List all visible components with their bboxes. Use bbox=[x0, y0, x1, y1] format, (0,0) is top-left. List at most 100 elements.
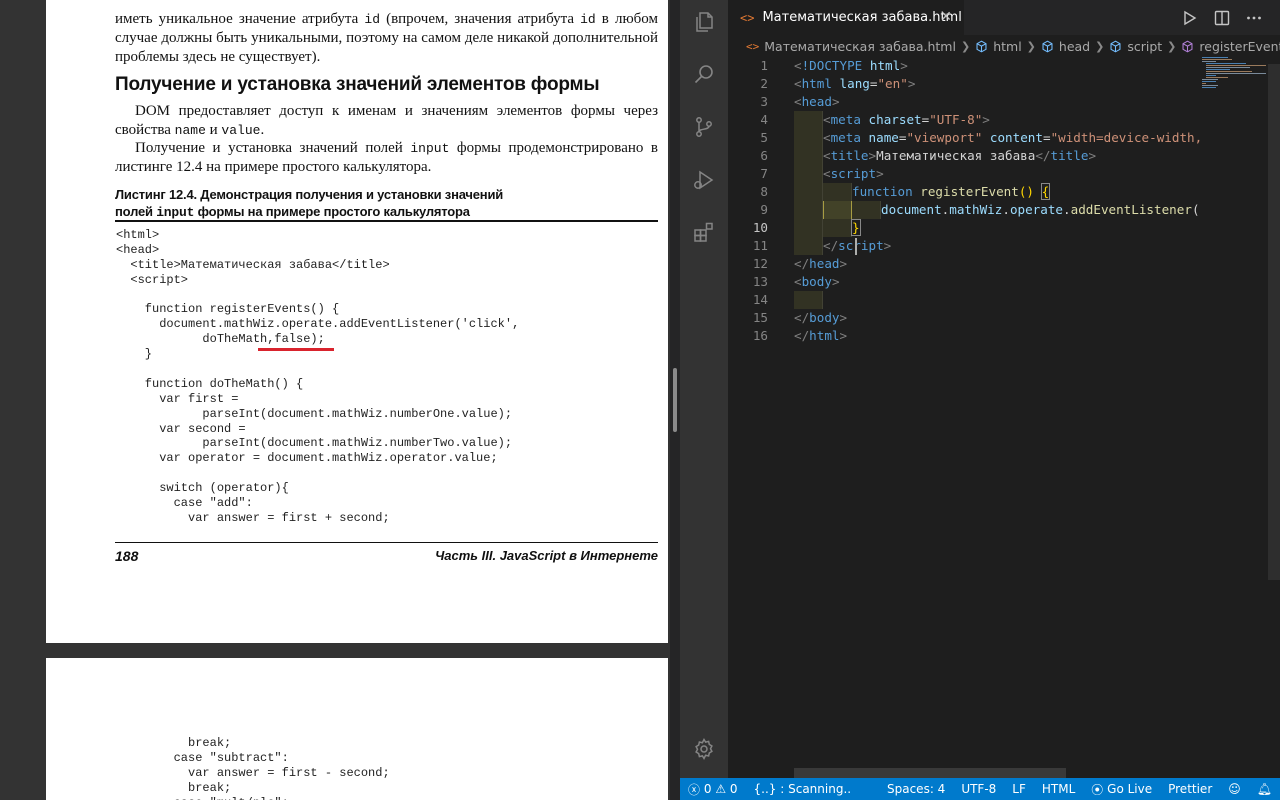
listing-code-line: parseInt(document.mathWiz.numberOne.valu… bbox=[116, 406, 513, 421]
book-code-term: value bbox=[221, 123, 261, 138]
minimap[interactable] bbox=[1200, 57, 1270, 778]
code-token: function bbox=[852, 184, 913, 199]
listing-code: <html> <head> <title>Математическая забав… bbox=[116, 228, 519, 526]
more-actions-icon[interactable] bbox=[1245, 9, 1263, 27]
listing-code-line: break; bbox=[116, 736, 232, 750]
listing-code-line: document.mathWiz.operate.addEventListene… bbox=[116, 317, 520, 332]
listing-caption: Листинг 12.4. Демонстрация получения и у… bbox=[115, 186, 658, 221]
code-token: "viewport" bbox=[906, 130, 983, 145]
listing-bottom-rule bbox=[115, 542, 658, 543]
run-icon[interactable] bbox=[1180, 9, 1198, 27]
minimap-line bbox=[1206, 65, 1266, 66]
feedback-icon[interactable]: ☺ bbox=[1220, 778, 1249, 800]
pdf-page: x иметь уникальное значение атрибута id … bbox=[46, 0, 668, 643]
code-token: !DOCTYPE bbox=[801, 58, 863, 73]
status-bar: ⓧ 0 ⚠ 0 {..} : Scanning.. Spaces: 4 UTF-… bbox=[680, 778, 1280, 800]
breadcrumb-item-script[interactable]: script bbox=[1109, 39, 1162, 54]
horizontal-scrollbar[interactable] bbox=[794, 768, 1066, 778]
breadcrumb-item-function[interactable]: registerEvent bbox=[1181, 39, 1280, 54]
prettier-status[interactable]: Prettier bbox=[1160, 778, 1220, 800]
code-editor[interactable]: 1 2 3 4 5 6 7 8 9 10 11 12 13 14 15 16 <!DOCTYPE html> … bbox=[728, 57, 1200, 778]
code-token: name bbox=[868, 130, 899, 145]
code-token: () bbox=[1018, 184, 1035, 199]
listing-code-line: <html> bbox=[116, 228, 160, 242]
code-text-area[interactable]: <!DOCTYPE html> <html lang="en"> <head> … bbox=[794, 57, 1200, 345]
code-token: charset bbox=[868, 112, 922, 127]
breadcrumb: <> Математическая забава.html ❯ html ❯ he… bbox=[728, 35, 1280, 57]
listing-code-line: case "mult/plc": bbox=[116, 796, 390, 800]
code-line-2: <html lang="en"> bbox=[794, 76, 916, 91]
red-annotation-underline bbox=[258, 348, 334, 351]
notifications-bell-icon[interactable]: 🔔︎ bbox=[1249, 778, 1280, 800]
code-token: title bbox=[1050, 148, 1089, 163]
problems-indicator[interactable]: ⓧ 0 ⚠ 0 bbox=[680, 778, 746, 800]
chevron-right-icon: ❯ bbox=[1167, 39, 1177, 53]
source-control-icon[interactable] bbox=[692, 115, 716, 139]
scanning-status[interactable]: {..} : Scanning.. bbox=[746, 778, 860, 800]
search-icon[interactable] bbox=[692, 62, 716, 86]
line-number: 9 bbox=[760, 202, 768, 217]
code-token: lang bbox=[839, 76, 870, 91]
explorer-icon[interactable] bbox=[692, 10, 716, 34]
code-line-8: function registerEvent() { bbox=[794, 183, 1200, 201]
settings-gear-icon[interactable] bbox=[692, 737, 716, 761]
split-editor-icon[interactable] bbox=[1213, 9, 1231, 27]
go-live-button[interactable]: ⦿ Go Live bbox=[1083, 778, 1160, 800]
minimap-line bbox=[1202, 83, 1206, 84]
code-line-13: <body> bbox=[794, 274, 840, 289]
minimap-line bbox=[1202, 59, 1232, 60]
minimap-line bbox=[1202, 85, 1218, 86]
eol-status[interactable]: LF bbox=[1004, 778, 1034, 800]
listing-caption-text: формы на примере простого калькулятора bbox=[194, 204, 470, 219]
listing-code-line: case "subtract": bbox=[116, 750, 289, 765]
pane-splitter-handle[interactable] bbox=[673, 368, 677, 432]
code-token: body bbox=[809, 310, 840, 325]
vscode-window: <> Математическая забава.html ✕ <> Матема… bbox=[680, 0, 1280, 800]
tab-active-file[interactable]: <> Математическая забава.html ✕ bbox=[728, 0, 964, 35]
listing-code-line: var answer = first + second; bbox=[116, 510, 390, 525]
book-code-term: name bbox=[174, 123, 206, 138]
breadcrumb-item-head[interactable]: head bbox=[1041, 39, 1090, 54]
book-text: . bbox=[260, 122, 265, 138]
code-line-10: } bbox=[794, 219, 1200, 237]
book-text: (впрочем, значения атрибута bbox=[380, 11, 581, 27]
listing-code-line bbox=[116, 288, 519, 303]
breadcrumb-item-html[interactable]: html bbox=[975, 39, 1022, 54]
indentation-status[interactable]: Spaces: 4 bbox=[879, 778, 953, 800]
code-token: content bbox=[989, 130, 1043, 145]
code-token: mathWiz bbox=[949, 202, 1003, 217]
vertical-scrollbar[interactable] bbox=[1268, 64, 1280, 580]
code-line-4: <meta charset="UTF-8"> bbox=[794, 111, 1200, 129]
code-token: body bbox=[801, 274, 832, 289]
code-token: script bbox=[838, 238, 884, 253]
code-token: html bbox=[809, 328, 840, 343]
breadcrumb-label: registerEvent bbox=[1199, 38, 1280, 54]
minimap-line bbox=[1206, 67, 1250, 68]
book-paragraph: DOM предоставляет доступ к именам и знач… bbox=[115, 102, 658, 140]
extensions-icon[interactable] bbox=[692, 220, 716, 244]
close-icon[interactable]: ✕ bbox=[938, 9, 954, 25]
encoding-status[interactable]: UTF-8 bbox=[953, 778, 1004, 800]
code-token: "UTF-8" bbox=[929, 112, 983, 127]
breadcrumb-item-file[interactable]: <> Математическая забава.html bbox=[746, 39, 956, 54]
page-number: 188 bbox=[115, 548, 139, 564]
code-line-16: </html> bbox=[794, 328, 848, 343]
code-token: addEventListener bbox=[1070, 202, 1192, 217]
book-text: и bbox=[205, 122, 222, 138]
listing-code-line: switch (operator){ bbox=[116, 481, 289, 496]
code-token: head bbox=[809, 256, 840, 271]
pdf-viewer[interactable]: x иметь уникальное значение атрибута id … bbox=[0, 0, 670, 800]
element-cube-icon bbox=[1109, 40, 1122, 53]
code-token: html bbox=[869, 58, 901, 73]
language-mode-status[interactable]: HTML bbox=[1034, 778, 1083, 800]
run-debug-icon[interactable] bbox=[692, 168, 716, 192]
listing-code-continued: break; case "subtract": var answer = fir… bbox=[116, 736, 390, 800]
pdf-page-next: break; case "subtract": var answer = fir… bbox=[46, 658, 668, 800]
line-number: 14 bbox=[752, 292, 768, 307]
listing-code-line: break; bbox=[116, 780, 232, 795]
listing-code-line: var operator = document.mathWiz.operator… bbox=[116, 451, 498, 466]
html-file-icon: <> bbox=[740, 10, 755, 25]
line-number: 4 bbox=[760, 112, 768, 127]
line-number: 6 bbox=[760, 148, 768, 163]
line-number: 15 bbox=[752, 310, 768, 325]
